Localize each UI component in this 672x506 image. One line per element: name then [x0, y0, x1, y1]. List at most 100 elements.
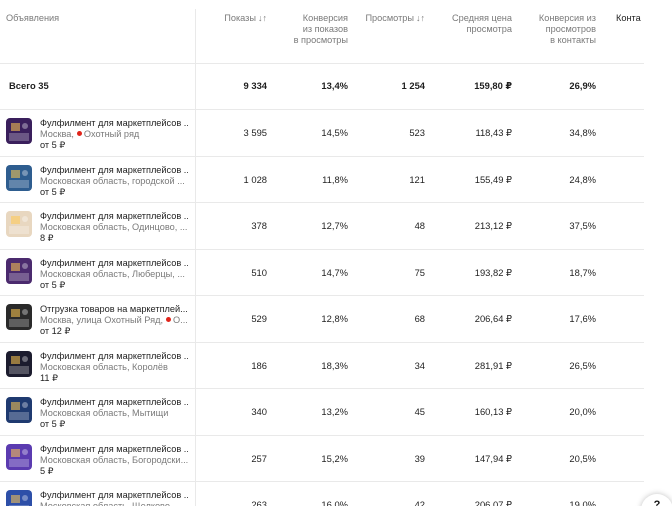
cell-conversion-views: 12,8% — [321, 313, 348, 324]
header-pokazy[interactable]: Показы ↓↑ — [224, 13, 267, 24]
ad-thumbnail[interactable] — [6, 118, 32, 144]
cell-conversion-views: 13,2% — [321, 406, 348, 417]
image-icon — [9, 169, 29, 188]
total-conversion-views: 13,4% — [321, 80, 348, 91]
cell-prosmotry: 48 — [414, 220, 425, 231]
ad-title[interactable]: Отгрузка товаров на маркетплей... — [40, 304, 188, 314]
header-conversion-views[interactable]: Конверсия из показов в просмотры — [294, 13, 348, 46]
image-icon — [9, 495, 29, 506]
ad-price: от 5 ₽ — [40, 279, 66, 290]
ad-thumbnail[interactable] — [6, 490, 32, 506]
total-label: Всего 35 — [9, 80, 49, 91]
cell-conversion-contacts: 24,8% — [569, 173, 596, 185]
cell-prosmotry: 39 — [414, 452, 425, 464]
cell-prosmotry: 34 — [414, 359, 425, 371]
cell-prosmotry: 45 — [414, 406, 425, 417]
ad-price: 11 ₽ — [40, 372, 58, 383]
ad-thumbnail[interactable] — [6, 350, 32, 377]
ad-price: от 5 ₽ — [40, 186, 66, 197]
table-row[interactable]: Фулфилмент для маркетплейсов ... Московск… — [0, 342, 672, 389]
ad-address: Московская область, городской ... — [40, 175, 185, 186]
header-ads: Объявления — [6, 13, 60, 23]
cell-conversion-contacts: 37,5% — [569, 220, 596, 231]
sort-icon[interactable]: ↓↑ — [416, 13, 425, 23]
ad-thumbnail[interactable] — [6, 397, 32, 423]
ad-thumbnail[interactable] — [6, 304, 32, 330]
metro-icon — [76, 131, 82, 136]
image-icon — [9, 262, 29, 281]
cell-conversion-contacts: 20,5% — [569, 452, 596, 464]
ad-title[interactable]: Фулфилмент для маркетплейсов ... — [40, 165, 188, 175]
cell-pokazy: 257 — [251, 452, 267, 464]
cell-avg-price: 213,12 ₽ — [474, 220, 512, 231]
total-prosmotry: 1 254 — [401, 80, 425, 91]
ad-price: от 12 ₽ — [40, 326, 71, 336]
ad-thumbnail[interactable] — [6, 164, 32, 191]
ad-price: 8 ₽ — [40, 233, 54, 243]
ad-title[interactable]: Фулфилмент для маркетплейсов ... — [40, 258, 188, 268]
table-row[interactable]: Фулфилмент для маркетплейсов ... Москва, О… — [0, 109, 672, 156]
table-row[interactable]: Отгрузка товаров на маркетплей... Москва,… — [0, 295, 672, 342]
cell-avg-price: 160,13 ₽ — [474, 406, 512, 417]
image-icon — [9, 355, 29, 374]
cell-pokazy: 1 028 — [243, 173, 267, 185]
ad-title[interactable]: Фулфилмент для маркетплейсов ... — [40, 397, 188, 407]
table-row[interactable]: Фулфилмент для маркетплейсов ... Московск… — [0, 156, 672, 203]
table-row[interactable]: Фулфилмент для маркетплейсов ... Московск… — [0, 388, 672, 435]
ad-title[interactable]: Фулфилмент для маркетплейсов ... — [40, 211, 188, 221]
cell-pokazy: 263 — [251, 499, 267, 506]
cell-conversion-views: 11,8% — [322, 173, 348, 185]
ad-thumbnail[interactable] — [6, 443, 32, 470]
cell-conversion-views: 16,0% — [321, 499, 348, 506]
header-contacts[interactable]: Конта — [616, 13, 672, 24]
ad-title[interactable]: Фулфилмент для маркетплейсов ... — [40, 118, 188, 128]
total-row: Всего 35 9 334 13,4% 1 254 159,80 ₽ 26,9… — [0, 63, 672, 109]
cell-conversion-views: 14,5% — [321, 127, 348, 138]
header-prosmotry[interactable]: Просмотры ↓↑ — [365, 13, 425, 24]
cell-pokazy: 3 595 — [243, 127, 267, 138]
cell-conversion-views: 18,3% — [321, 359, 348, 371]
table-row[interactable]: Фулфилмент для маркетплейсов ... Московск… — [0, 481, 672, 506]
header-avg-price[interactable]: Средняя цена просмотра — [452, 13, 512, 35]
metro-icon — [166, 317, 172, 322]
table-header: Объявления Показы ↓↑ Конверсия из показов… — [0, 0, 672, 63]
cell-pokazy: 510 — [251, 266, 267, 278]
cell-avg-price: 206,07 ₽ — [474, 499, 512, 506]
ad-title[interactable]: Фулфилмент для маркетплейсов ... — [40, 490, 188, 500]
ad-address: Московская область, Одинцово, ... — [40, 222, 188, 232]
ad-address: Московская область, Люберцы, ... — [40, 268, 185, 279]
ad-price: 5 ₽ — [40, 465, 54, 476]
cell-pokazy: 186 — [251, 359, 267, 371]
ad-thumbnail[interactable] — [6, 211, 32, 237]
cell-conversion-views: 14,7% — [321, 266, 348, 278]
cell-prosmotry: 75 — [414, 266, 425, 278]
cell-conversion-views: 12,7% — [321, 220, 348, 231]
cell-conversion-contacts: 17,6% — [569, 313, 596, 324]
ad-price: от 5 ₽ — [40, 419, 66, 429]
cell-prosmotry: 121 — [409, 173, 425, 185]
header-conversion-contacts[interactable]: Конверсия из просмотров в контакты — [539, 13, 596, 46]
ad-address: Московская область, Мытищи — [40, 408, 169, 418]
table-row[interactable]: Фулфилмент для маркетплейсов ... Московск… — [0, 249, 672, 296]
ad-title[interactable]: Фулфилмент для маркетплейсов ... — [40, 444, 188, 454]
cell-avg-price: 155,49 ₽ — [474, 173, 512, 185]
image-icon — [9, 216, 29, 234]
ad-thumbnail[interactable] — [6, 257, 32, 284]
total-conversion-contacts: 26,9% — [569, 80, 596, 91]
cell-prosmotry: 68 — [414, 313, 425, 324]
ad-title[interactable]: Фулфилмент для маркетплейсов ... — [40, 351, 188, 361]
ad-address: Москва, Охотный ряд — [40, 129, 140, 139]
ad-address: Московская область, Королёв — [40, 361, 168, 372]
ad-address: Москва, улица Охотный Ряд, О... — [40, 315, 188, 325]
cell-pokazy: 340 — [251, 406, 267, 417]
cell-avg-price: 193,82 ₽ — [474, 266, 512, 278]
table-row[interactable]: Фулфилмент для маркетплейсов ... Московск… — [0, 435, 672, 482]
sort-icon[interactable]: ↓↑ — [258, 13, 267, 23]
cell-conversion-contacts: 26,5% — [569, 359, 596, 371]
table-row[interactable]: Фулфилмент для маркетплейсов ... Московск… — [0, 202, 672, 249]
cell-pokazy: 529 — [251, 313, 267, 324]
cell-conversion-contacts: 18,7% — [569, 266, 596, 278]
ad-price: от 5 ₽ — [40, 140, 66, 150]
cell-pokazy: 378 — [251, 220, 267, 231]
image-icon — [9, 123, 29, 141]
